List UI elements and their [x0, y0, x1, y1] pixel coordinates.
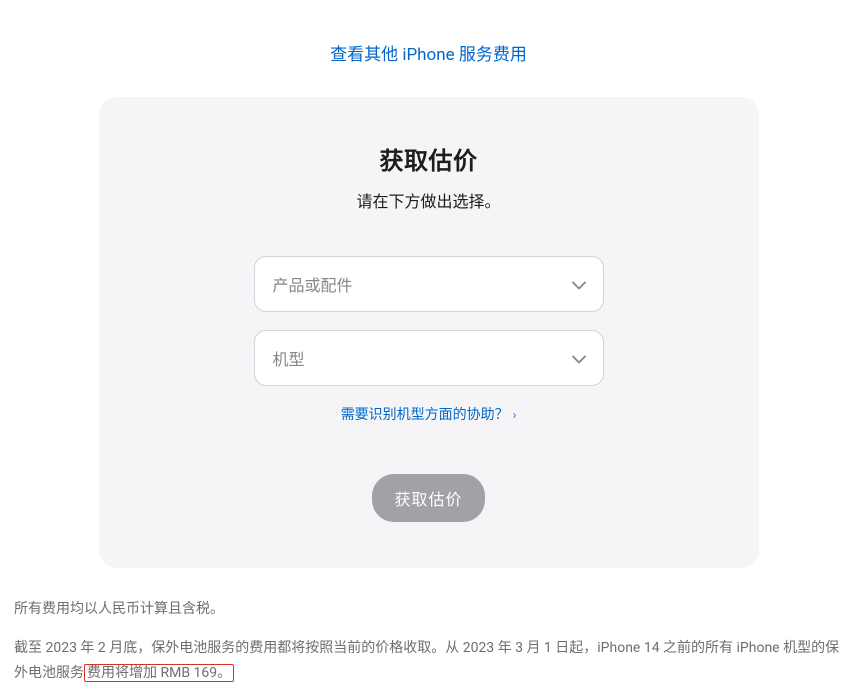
footer-currency-note: 所有费用均以人民币计算且含税。 — [14, 598, 843, 618]
product-select-wrapper: 产品或配件 — [254, 256, 604, 312]
footer-text: 所有费用均以人民币计算且含税。 截至 2023 年 2 月底，保外电池服务的费用… — [12, 598, 845, 686]
product-select[interactable]: 产品或配件 — [254, 256, 604, 312]
identify-model-help-link[interactable]: 需要识别机型方面的协助？ › — [341, 407, 517, 423]
view-other-services-link[interactable]: 查看其他 iPhone 服务费用 — [330, 45, 527, 65]
model-select-wrapper: 机型 — [254, 330, 604, 386]
help-link-wrapper: 需要识别机型方面的协助？ › — [159, 404, 699, 424]
chevron-right-icon: › — [513, 408, 517, 422]
help-link-label: 需要识别机型方面的协助？ — [341, 407, 509, 423]
footer-price-notice: 截至 2023 年 2 月底，保外电池服务的费用都将按照当前的价格收取。从 20… — [14, 636, 843, 686]
page-container: 查看其他 iPhone 服务费用 获取估价 请在下方做出选择。 产品或配件 机型… — [0, 0, 857, 698]
card-subtitle: 请在下方做出选择。 — [159, 188, 699, 212]
price-increase-highlight: 费用将增加 RMB 169。 — [84, 664, 234, 682]
card-title: 获取估价 — [159, 141, 699, 176]
get-estimate-button[interactable]: 获取估价 — [372, 474, 484, 522]
top-link-wrapper: 查看其他 iPhone 服务费用 — [12, 12, 845, 97]
model-select[interactable]: 机型 — [254, 330, 604, 386]
estimate-card: 获取估价 请在下方做出选择。 产品或配件 机型 需要识别机型方面的协助？ › — [99, 97, 759, 568]
